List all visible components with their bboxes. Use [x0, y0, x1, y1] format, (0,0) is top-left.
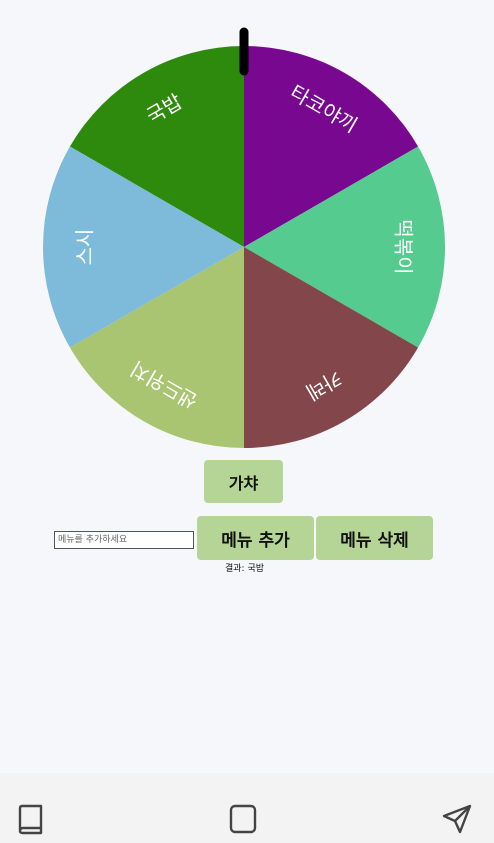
add-menu-button[interactable]: 메뉴 추가	[197, 516, 314, 560]
bottom-navigation-bar	[0, 773, 494, 843]
wheel-canvas: 국밥 타코야끼떡볶이카레샌드위치스시	[43, 27, 445, 448]
square-icon[interactable]	[227, 803, 259, 835]
book-icon[interactable]	[15, 803, 47, 835]
gacha-button[interactable]: 가챠	[204, 460, 283, 503]
menu-input[interactable]	[54, 531, 194, 549]
wheel-segment-label: 스시	[73, 229, 97, 266]
result-text: 결과: 국밥	[225, 564, 265, 574]
send-icon[interactable]	[441, 803, 473, 835]
wheel-segment-label: 떡볶이	[392, 219, 416, 274]
roulette-wheel: 국밥 타코야끼 떡볶이 카레 샌드위치 스시	[0, 0, 494, 460]
delete-menu-button[interactable]: 메뉴 삭제	[316, 516, 433, 560]
